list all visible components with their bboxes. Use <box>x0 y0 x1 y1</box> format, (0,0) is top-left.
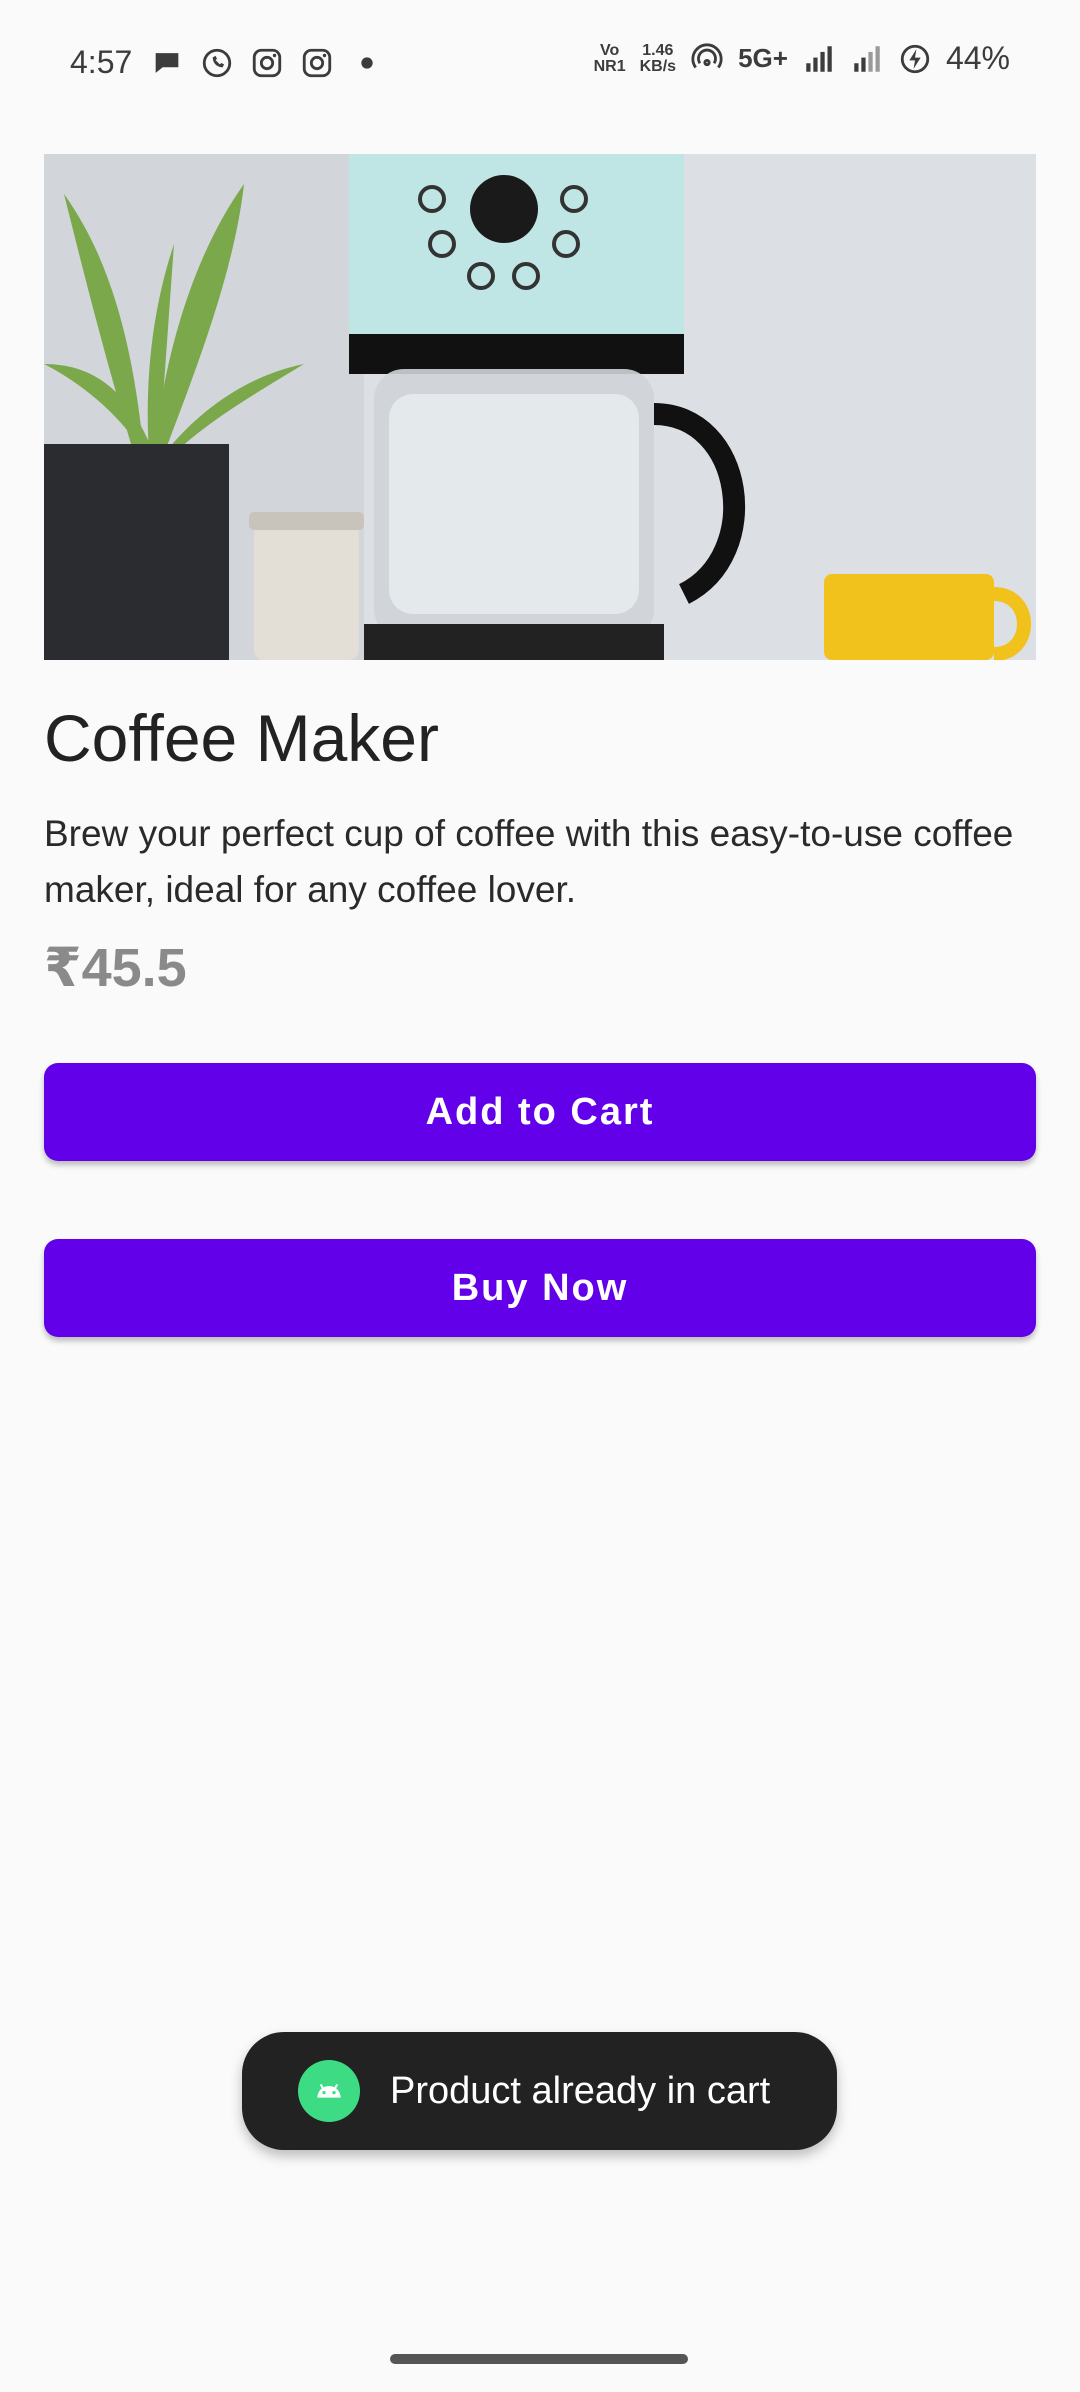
network-speed: 1.46 KB/s <box>639 41 677 75</box>
battery-percent: 44% <box>945 40 1010 76</box>
signal-icon <box>806 45 832 72</box>
chat-bubble-icon <box>155 53 179 73</box>
android-icon <box>298 2060 360 2122</box>
toast-text: Product already in cart <box>390 2069 771 2112</box>
coffee-maker-photo <box>44 154 1036 660</box>
network-type: 5G+ <box>738 43 788 73</box>
hotspot-icon <box>691 42 723 68</box>
signal-weak-icon <box>854 45 880 72</box>
product-description: Brew your perfect cup of coffee with thi… <box>44 813 1014 910</box>
add-to-cart-button[interactable]: Add to Cart <box>44 1063 1036 1161</box>
instagram-icon <box>252 48 282 78</box>
whatsapp-icon <box>202 48 232 78</box>
buy-now-button[interactable]: Buy Now <box>44 1239 1036 1337</box>
instagram-icon <box>302 48 332 78</box>
home-indicator[interactable] <box>390 2354 688 2364</box>
product-title: Coffee Maker <box>44 701 439 775</box>
product-image <box>44 154 1036 660</box>
status-right: Vo NR1 1.46 KB/s 5G+ 44% <box>594 40 1010 77</box>
product-price: ₹45.5 <box>44 938 187 998</box>
notification-icons <box>150 46 384 80</box>
status-time: 4:57 <box>70 44 133 80</box>
status-bar: 4:57 Vo NR1 1.46 KB/s 5G+ 44% <box>0 0 1080 130</box>
dot-icon <box>361 57 373 69</box>
battery-charging-icon <box>900 44 930 73</box>
volte-indicator: Vo NR1 <box>593 41 626 75</box>
toast-message: Product already in cart <box>242 2032 837 2150</box>
